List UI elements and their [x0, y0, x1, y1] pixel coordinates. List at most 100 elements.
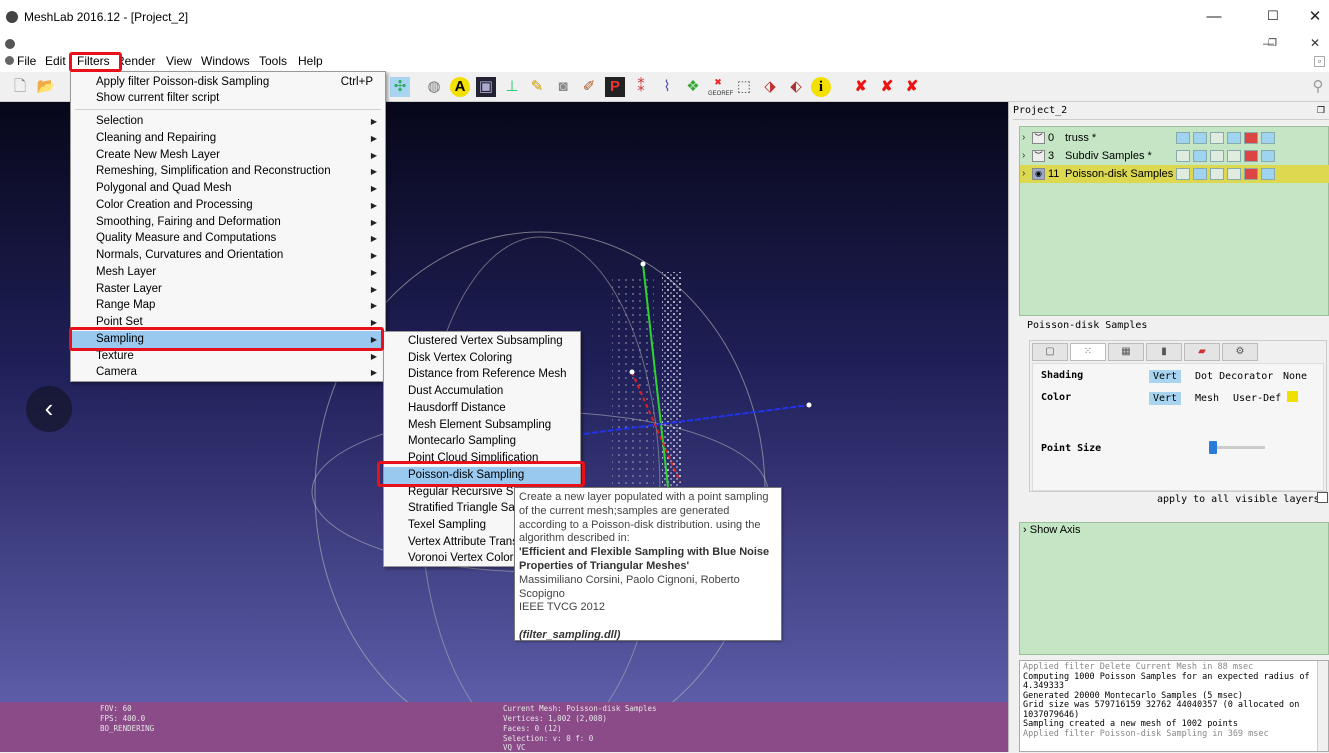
search-icon[interactable]: ⚲ [1308, 77, 1328, 97]
filter-category-item[interactable]: Selection ▶ [71, 113, 385, 130]
viewport-status-overlay: FOV: 60 FPS: 400.0 BO_RENDERING Current … [0, 702, 1008, 752]
color-user-def-option[interactable]: User-Def [1229, 392, 1285, 405]
filter-category-item[interactable]: Color Creation and Processing ▶ [71, 197, 385, 214]
filter-category-item[interactable]: Cleaning and Repairing ▶ [71, 130, 385, 147]
expand-chevron-icon[interactable]: › [1022, 165, 1025, 183]
color-paint-icon[interactable]: ❖ [683, 77, 703, 97]
menu-windows[interactable]: Windows [201, 54, 250, 68]
log-line: Computing 1000 Poisson Samples for an ex… [1023, 671, 1315, 691]
visibility-icon[interactable]: ︶ [1032, 132, 1045, 144]
project-title: Project_2 [1013, 102, 1329, 120]
menu-help[interactable]: Help [298, 54, 323, 68]
mdi-close-button[interactable]: ✕ [1310, 36, 1320, 50]
open-project-icon[interactable]: 📂 [36, 77, 56, 97]
select-connected-icon[interactable]: ⬖ [786, 77, 806, 97]
tab-bbox-icon[interactable]: ▢ [1032, 343, 1068, 361]
layer-name: Subdiv Samples * [1065, 150, 1152, 162]
delete-vertices-icon[interactable]: ✘ [902, 77, 922, 97]
tab-flat-icon[interactable]: ▮ [1146, 343, 1182, 361]
mdi-restore-button[interactable]: ❐ [1268, 38, 1277, 49]
align-icon[interactable]: ⁑ [631, 77, 651, 97]
panel-float-icon[interactable]: ❐ [1317, 105, 1325, 116]
chevron-left-icon[interactable]: ‹ [26, 386, 72, 432]
apply-all-label: apply to all visible layers [1157, 494, 1320, 505]
filter-category-item[interactable]: Normals, Curvatures and Orientation ▶ [71, 247, 385, 264]
select-faces-icon[interactable]: ⬚ [734, 77, 754, 97]
color-mesh-option[interactable]: Mesh [1191, 392, 1223, 405]
sampling-item[interactable]: Dust Accumulation [384, 383, 580, 400]
paint-icon[interactable]: ✎ [527, 77, 547, 97]
pick-points-icon[interactable]: P [605, 77, 625, 97]
axis-end-point [806, 402, 812, 408]
maximize-button[interactable]: ☐ [1250, 0, 1296, 32]
georef-icon[interactable]: ✖ GEOREF [708, 77, 733, 97]
filter-category-item[interactable]: Camera ▶ [71, 364, 385, 381]
mdi-float-button[interactable]: ▫ [1314, 56, 1325, 67]
shading-dot-decorator-option[interactable]: Dot Decorator [1191, 370, 1277, 383]
apply-filter-item[interactable]: Apply filter Poisson-disk Sampling Ctrl+P [71, 74, 385, 91]
tab-points-icon[interactable]: ⁙ [1070, 343, 1106, 361]
sampling-item[interactable]: Clustered Vertex Subsampling [384, 333, 580, 350]
filter-category-item[interactable]: Raster Layer ▶ [71, 281, 385, 298]
filter-category-item[interactable]: Create New Mesh Layer ▶ [71, 147, 385, 164]
menu-file[interactable]: File [17, 54, 36, 68]
filter-category-item[interactable]: Smoothing, Fairing and Deformation ▶ [71, 214, 385, 231]
axis-end-point [629, 369, 635, 375]
minimize-button[interactable]: — [1191, 0, 1237, 32]
menu-edit[interactable]: Edit [45, 54, 66, 68]
mdi-app-icon [5, 39, 15, 49]
visibility-icon[interactable]: ◉ [1032, 168, 1045, 180]
layer-render-icons[interactable] [1176, 150, 1275, 162]
camera-icon[interactable]: ◙ [553, 77, 573, 97]
globe-icon[interactable]: ◍ [424, 77, 444, 97]
point-size-slider[interactable] [1209, 441, 1217, 454]
filter-category-item[interactable]: Mesh Layer ▶ [71, 264, 385, 281]
layer-row-selected[interactable]: › ◉ 11 Poisson-disk Samples [1020, 165, 1329, 183]
show-axis-item[interactable]: › Show Axis [1023, 524, 1080, 536]
select-vertices-icon[interactable]: ⬗ [760, 77, 780, 97]
annotate-icon[interactable]: A [450, 77, 470, 97]
properties-title: Poisson-disk Samples [1027, 320, 1148, 331]
sampling-item[interactable]: Disk Vertex Coloring [384, 350, 580, 367]
color-swatch[interactable] [1287, 391, 1298, 402]
tab-texture-icon[interactable]: ▰ [1184, 343, 1220, 361]
shading-none-option[interactable]: None [1279, 370, 1311, 383]
tooltip-venue: IEEE TVCG 2012 [519, 601, 606, 614]
filter-category-item[interactable]: Range Map ▶ [71, 297, 385, 314]
visibility-icon[interactable]: ︶ [1032, 150, 1045, 162]
tab-wire-icon[interactable]: ▦ [1108, 343, 1144, 361]
brush-icon[interactable]: ✐ [579, 77, 599, 97]
highlight-sampling-item [69, 327, 384, 351]
layer-render-icons[interactable] [1176, 132, 1275, 144]
show-filter-script-item[interactable]: Show current filter script [71, 90, 385, 107]
info-icon[interactable]: i [811, 77, 831, 97]
expand-chevron-icon[interactable]: › [1022, 129, 1025, 147]
shading-vert-option[interactable]: Vert [1149, 370, 1182, 383]
color-vert-option[interactable]: Vert [1149, 392, 1182, 405]
filter-category-item[interactable]: Quality Measure and Computations ▶ [71, 230, 385, 247]
layer-render-icons[interactable] [1176, 168, 1275, 180]
tab-options-icon[interactable]: ⚙ [1222, 343, 1258, 361]
log-scrollbar[interactable] [1317, 661, 1328, 751]
layer-row[interactable]: › ︶ 3 Subdiv Samples * [1020, 147, 1329, 165]
new-project-icon[interactable]: 🗋 [10, 77, 30, 97]
sampling-item[interactable]: Hausdorff Distance [384, 400, 580, 417]
layer-row[interactable]: › ︶ 0 truss * [1020, 129, 1329, 147]
delete-faces-icon[interactable]: ✘ [877, 77, 897, 97]
menu-view[interactable]: View [166, 54, 192, 68]
apply-all-checkbox[interactable] [1317, 492, 1328, 503]
raster-icon[interactable]: ▣ [476, 77, 496, 97]
sampling-item[interactable]: Montecarlo Sampling [384, 433, 580, 450]
axis-view-icon[interactable]: ✣ [390, 77, 410, 97]
delete-selected-icon[interactable]: ✘ [851, 77, 871, 97]
sampling-item[interactable]: Distance from Reference Mesh [384, 366, 580, 383]
sampling-item[interactable]: Mesh Element Subsampling [384, 417, 580, 434]
close-button[interactable]: ✕ [1292, 0, 1329, 32]
menu-tools[interactable]: Tools [259, 54, 287, 68]
filter-category-item[interactable]: Remeshing, Simplification and Reconstruc… [71, 163, 385, 180]
measure-icon[interactable]: ⌇ [657, 77, 677, 97]
expand-chevron-icon[interactable]: › [1022, 147, 1025, 165]
axis-icon[interactable]: ⊥ [502, 77, 522, 97]
point-size-track[interactable] [1209, 446, 1265, 449]
filter-category-item[interactable]: Polygonal and Quad Mesh ▶ [71, 180, 385, 197]
